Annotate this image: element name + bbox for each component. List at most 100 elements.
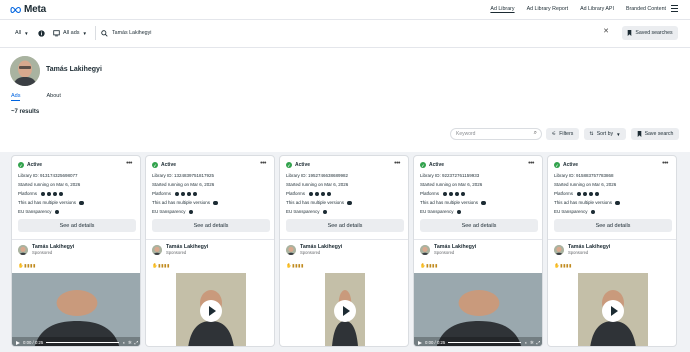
instagram-icon [47, 191, 52, 196]
info-icon[interactable] [615, 200, 620, 206]
library-id: Library ID: 922372761159933 [420, 173, 480, 178]
avatar[interactable] [152, 244, 162, 255]
platforms-label: Platforms [420, 191, 440, 196]
advertiser-row: Tamás Lakihegyi Sponsored [152, 244, 208, 255]
chevron-down-icon: ▼ [616, 131, 621, 137]
hamburger-menu-icon[interactable] [671, 5, 678, 12]
fullscreen-icon[interactable]: ⤢ [135, 340, 138, 345]
ad-caption-emoji: ✋▮▮▮▮ [420, 263, 439, 268]
library-id: Library ID: 915883757783868 [554, 173, 614, 178]
library-id: Library ID: 1952746638689982 [286, 173, 349, 178]
ad-video[interactable]: 0:00 / 0:25 ◖ ✲ ⤢ [12, 273, 140, 346]
platforms-row: Platforms [286, 191, 332, 196]
play-icon[interactable] [418, 340, 422, 345]
versions-text: This ad has multiple versions [18, 200, 77, 205]
info-icon[interactable] [481, 200, 486, 206]
video-progress-bar[interactable] [46, 342, 120, 343]
ad-card: ✓ Active ••• Library ID: 915883757783868… [547, 155, 677, 347]
avatar[interactable] [286, 244, 296, 255]
ad-category-select[interactable]: All ads ▼ [53, 26, 87, 40]
info-icon[interactable] [38, 26, 45, 40]
messenger-icon [193, 191, 198, 196]
video-thumbnail [414, 273, 542, 346]
status-text: Active [563, 162, 579, 168]
eu-transparency-text: EU transparency [420, 209, 454, 214]
keyword-input[interactable]: Keyword ⌕ [450, 128, 542, 140]
status-badge: ✓ Active [152, 162, 176, 168]
play-button[interactable] [200, 299, 222, 322]
sort-label: Sort by [596, 131, 614, 137]
avatar[interactable] [554, 244, 564, 255]
eu-transparency-row[interactable]: EU transparency [286, 209, 328, 215]
divider [414, 239, 542, 240]
save-search-button[interactable]: Save search [631, 128, 679, 140]
more-options-icon[interactable]: ••• [528, 160, 534, 167]
meta-logo[interactable]: Meta [10, 4, 46, 15]
ad-video[interactable] [325, 273, 365, 346]
start-date: Started running on Mar 6, 2026 [420, 182, 483, 187]
see-ad-details-button[interactable]: See ad details [420, 219, 538, 232]
video-progress-bar[interactable] [448, 342, 522, 343]
platforms-row: Platforms [152, 191, 198, 196]
settings-icon[interactable]: ✲ [128, 340, 132, 346]
versions-row: This ad has multiple versions [420, 200, 486, 206]
tab-about[interactable]: About [46, 93, 60, 101]
nav-ad-library-api[interactable]: Ad Library API [580, 6, 614, 12]
eu-transparency-row[interactable]: EU transparency [554, 209, 596, 215]
instagram-icon [449, 191, 454, 196]
saved-searches-button[interactable]: Saved searches [622, 26, 678, 40]
play-button[interactable] [334, 299, 356, 322]
see-ad-details-button[interactable]: See ad details [18, 219, 136, 232]
more-options-icon[interactable]: ••• [394, 160, 400, 167]
ad-caption-emoji: ✋▮▮▮▮ [554, 263, 573, 268]
platforms-label: Platforms [152, 191, 172, 196]
tab-ads[interactable]: Ads [11, 93, 21, 101]
info-icon[interactable] [79, 200, 84, 206]
ad-video[interactable] [176, 273, 246, 346]
info-icon[interactable] [213, 200, 218, 206]
see-ad-details-button[interactable]: See ad details [152, 219, 270, 232]
ad-video[interactable] [578, 273, 648, 346]
avatar[interactable] [18, 244, 28, 255]
eu-transparency-row[interactable]: EU transparency [420, 209, 462, 215]
see-ad-details-button[interactable]: See ad details [554, 219, 672, 232]
play-icon [342, 305, 350, 316]
library-id: Library ID: 1324839751817925 [152, 173, 215, 178]
nav-ad-library-report[interactable]: Ad Library Report [527, 6, 569, 12]
play-button[interactable] [602, 299, 624, 322]
eu-transparency-text: EU transparency [18, 209, 52, 214]
volume-icon[interactable]: ◖ [122, 340, 125, 345]
fullscreen-icon[interactable]: ⤢ [537, 340, 540, 345]
versions-row: This ad has multiple versions [152, 200, 218, 206]
more-options-icon[interactable]: ••• [126, 160, 132, 167]
facebook-icon [443, 191, 448, 196]
clear-search-icon[interactable]: ✕ [603, 27, 609, 35]
eu-transparency-row[interactable]: EU transparency [152, 209, 194, 215]
nav-ad-library[interactable]: Ad Library [490, 6, 514, 12]
display-icon [53, 29, 60, 36]
nav-branded-content[interactable]: Branded Content [626, 6, 666, 12]
filters-button[interactable]: ⚟ Filters [546, 128, 579, 140]
sort-by-button[interactable]: ⇅ Sort by ▼ [584, 128, 626, 140]
sponsored-label: Sponsored [32, 250, 53, 255]
more-options-icon[interactable]: ••• [662, 160, 668, 167]
start-date: Started running on Mar 6, 2026 [18, 182, 81, 187]
play-icon[interactable] [16, 340, 20, 345]
settings-icon[interactable]: ✲ [530, 340, 534, 346]
country-select[interactable]: All ▼ [15, 26, 29, 40]
see-ad-details-button[interactable]: See ad details [286, 219, 404, 232]
avatar[interactable] [420, 244, 430, 255]
more-options-icon[interactable]: ••• [260, 160, 266, 167]
video-time: 0:00 / 0:25 [23, 340, 44, 345]
ad-video[interactable]: 0:00 / 0:25 ◖ ✲ ⤢ [414, 273, 542, 346]
eu-transparency-row[interactable]: EU transparency [18, 209, 60, 215]
logo-text: Meta [24, 4, 46, 15]
search-input[interactable]: Tamás Lakihegyi ✕ [95, 26, 615, 40]
info-icon[interactable] [347, 200, 352, 206]
check-circle-icon: ✓ [18, 162, 24, 168]
messenger-icon [595, 191, 600, 196]
instagram-icon [181, 191, 186, 196]
volume-icon[interactable]: ◖ [524, 340, 527, 345]
search-icon [101, 29, 108, 37]
filters-label: Filters [559, 131, 574, 137]
